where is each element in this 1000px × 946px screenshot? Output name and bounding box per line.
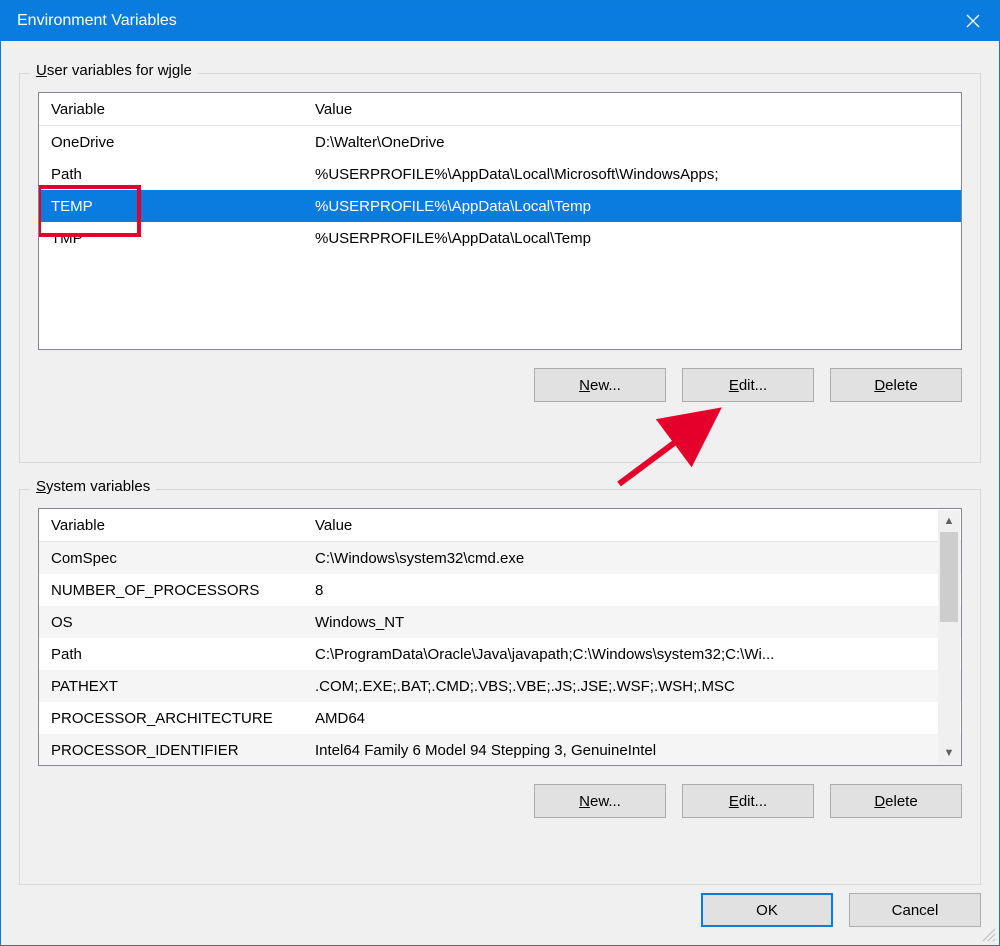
table-row[interactable]: PROCESSOR_IDENTIFIERIntel64 Family 6 Mod…	[39, 734, 961, 766]
column-header-value[interactable]: Value	[309, 101, 961, 118]
cell-value: C:\Windows\system32\cmd.exe	[309, 550, 961, 567]
system-variables-group: System variables Variable Value ComSpecC…	[19, 489, 981, 885]
cell-value: .COM;.EXE;.BAT;.CMD;.VBS;.VBE;.JS;.JSE;.…	[309, 678, 961, 695]
scroll-down-icon[interactable]: ▼	[938, 742, 960, 764]
user-variables-legend: User variables for wjgle	[30, 62, 198, 79]
cell-value: %USERPROFILE%\AppData\Local\Microsoft\Wi…	[309, 166, 961, 183]
column-header-value[interactable]: Value	[309, 517, 961, 534]
table-row[interactable]: Path%USERPROFILE%\AppData\Local\Microsof…	[39, 158, 961, 190]
user-delete-button[interactable]: Delete	[830, 368, 962, 402]
user-new-button[interactable]: New...	[534, 368, 666, 402]
cell-variable: Path	[39, 166, 309, 183]
cell-variable: Path	[39, 646, 309, 663]
system-edit-button[interactable]: Edit...	[682, 784, 814, 818]
cell-variable: PATHEXT	[39, 678, 309, 695]
scroll-up-icon[interactable]: ▲	[938, 510, 960, 532]
system-buttons-row: New... Edit... Delete	[38, 784, 962, 818]
cell-value: 8	[309, 582, 961, 599]
cell-value: %USERPROFILE%\AppData\Local\Temp	[309, 198, 961, 215]
cell-value: C:\ProgramData\Oracle\Java\javapath;C:\W…	[309, 646, 961, 663]
cell-variable: PROCESSOR_ARCHITECTURE	[39, 710, 309, 727]
table-row[interactable]: OSWindows_NT	[39, 606, 961, 638]
dialog-content: User variables for wjgle Variable Value …	[19, 73, 981, 927]
user-edit-button[interactable]: Edit...	[682, 368, 814, 402]
user-variables-list[interactable]: Variable Value OneDriveD:\Walter\OneDriv…	[38, 92, 962, 350]
cell-value: Intel64 Family 6 Model 94 Stepping 3, Ge…	[309, 742, 961, 759]
environment-variables-dialog: Environment Variables User variables for…	[0, 0, 1000, 946]
table-row[interactable]: OneDriveD:\Walter\OneDrive	[39, 126, 961, 158]
cell-variable: PROCESSOR_IDENTIFIER	[39, 742, 309, 759]
cell-value: %USERPROFILE%\AppData\Local\Temp	[309, 230, 961, 247]
cell-value: Windows_NT	[309, 614, 961, 631]
table-row[interactable]: NUMBER_OF_PROCESSORS8	[39, 574, 961, 606]
scrollbar[interactable]: ▲ ▼	[938, 510, 960, 764]
cell-value: AMD64	[309, 710, 961, 727]
list-header[interactable]: Variable Value	[39, 93, 961, 126]
table-row[interactable]: PathC:\ProgramData\Oracle\Java\javapath;…	[39, 638, 961, 670]
close-icon	[966, 14, 980, 28]
table-row[interactable]: PATHEXT.COM;.EXE;.BAT;.CMD;.VBS;.VBE;.JS…	[39, 670, 961, 702]
table-row[interactable]: TMP%USERPROFILE%\AppData\Local\Temp	[39, 222, 961, 254]
list-header[interactable]: Variable Value	[39, 509, 961, 542]
system-variables-legend: System variables	[30, 478, 156, 495]
cell-variable: TMP	[39, 230, 309, 247]
titlebar[interactable]: Environment Variables	[1, 1, 999, 41]
user-variables-group: User variables for wjgle Variable Value …	[19, 73, 981, 463]
table-row[interactable]: ComSpecC:\Windows\system32\cmd.exe	[39, 542, 961, 574]
column-header-variable[interactable]: Variable	[39, 101, 309, 118]
resize-grip-icon[interactable]	[981, 927, 997, 943]
column-header-variable[interactable]: Variable	[39, 517, 309, 534]
cell-value: D:\Walter\OneDrive	[309, 134, 961, 151]
cell-variable: TEMP	[39, 198, 309, 215]
dialog-buttons-row: OK Cancel	[701, 893, 981, 927]
ok-button[interactable]: OK	[701, 893, 833, 927]
close-button[interactable]	[947, 1, 999, 41]
table-row[interactable]: PROCESSOR_ARCHITECTUREAMD64	[39, 702, 961, 734]
window-title: Environment Variables	[17, 12, 177, 30]
system-variables-list[interactable]: Variable Value ComSpecC:\Windows\system3…	[38, 508, 962, 766]
cell-variable: NUMBER_OF_PROCESSORS	[39, 582, 309, 599]
cell-variable: OS	[39, 614, 309, 631]
system-delete-button[interactable]: Delete	[830, 784, 962, 818]
cell-variable: OneDrive	[39, 134, 309, 151]
user-buttons-row: New... Edit... Delete	[38, 368, 962, 402]
cancel-button[interactable]: Cancel	[849, 893, 981, 927]
table-row[interactable]: TEMP%USERPROFILE%\AppData\Local\Temp	[39, 190, 961, 222]
cell-variable: ComSpec	[39, 550, 309, 567]
scroll-thumb[interactable]	[940, 532, 958, 622]
system-new-button[interactable]: New...	[534, 784, 666, 818]
